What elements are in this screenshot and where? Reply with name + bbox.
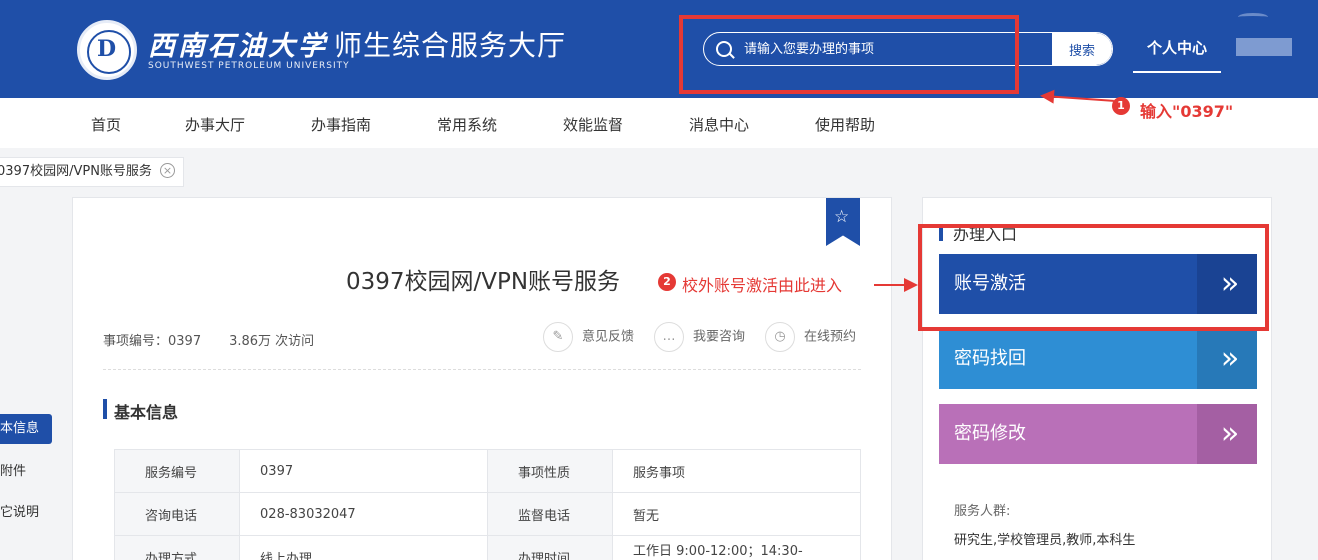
table-key: 办理时间 bbox=[486, 535, 614, 560]
favorite-button[interactable]: ☆ bbox=[826, 198, 860, 246]
section-title: 基本信息 bbox=[114, 403, 179, 422]
booking-label: 在线预约 bbox=[804, 329, 857, 345]
top-header: D 西南石油大学 师生综合服务大厅 SOUTHWEST PETROLEUM UNI… bbox=[0, 0, 1318, 98]
feedback-action[interactable]: ✎ 意见反馈 bbox=[543, 322, 634, 352]
annotation-highlight-activation bbox=[918, 224, 1269, 331]
annotation-highlight-search bbox=[679, 15, 1019, 94]
annotation-step-text: 输入"0397" bbox=[1140, 102, 1234, 121]
annotation-step-badge: 2 bbox=[658, 273, 676, 291]
double-chevron-right-icon: » bbox=[1197, 329, 1257, 389]
table-value: 028-83032047 bbox=[239, 492, 488, 536]
consult-action[interactable]: … 我要咨询 bbox=[654, 322, 745, 352]
decoration bbox=[1238, 13, 1268, 21]
table-value: 0397 bbox=[239, 449, 488, 493]
entry-label: 密码修改 bbox=[954, 423, 1026, 444]
visit-count: 3.86万 次访问 bbox=[229, 334, 315, 349]
brand-name-en: SOUTHWEST PETROLEUM UNIVERSITY bbox=[148, 61, 350, 71]
tab-label[interactable]: 0397校园网/VPN账号服务 bbox=[0, 158, 152, 186]
table-key: 办理方式 bbox=[113, 535, 241, 560]
user-name-blurred[interactable] bbox=[1236, 38, 1292, 56]
user-center-link[interactable]: 个人中心 bbox=[1133, 35, 1221, 73]
nav-item-service-hall[interactable]: 办事大厅 bbox=[185, 114, 245, 135]
star-icon: ☆ bbox=[834, 207, 850, 227]
university-logo[interactable]: D bbox=[77, 20, 137, 80]
table-row: 办理方式 线上办理 办理时间 工作日 9:00-12:00；14:30-18:0… bbox=[113, 535, 861, 560]
table-key: 事项性质 bbox=[486, 449, 614, 493]
close-icon[interactable]: × bbox=[159, 163, 175, 178]
open-tab[interactable]: 0397校园网/VPN账号服务 × bbox=[0, 157, 184, 187]
service-meta: 事项编号：0397 3.86万 次访问 bbox=[103, 330, 314, 349]
nav-item-supervision[interactable]: 效能监督 bbox=[563, 114, 623, 135]
divider bbox=[103, 369, 861, 370]
side-nav-basic-info[interactable]: 本信息 bbox=[0, 414, 52, 444]
chat-icon: … bbox=[654, 322, 684, 352]
basic-info-table: 服务编号 0397 事项性质 服务事项 咨询电话 028-83032047 监督… bbox=[113, 449, 861, 560]
table-value: 工作日 9:00-12:00；14:30-18:00 bbox=[612, 535, 861, 560]
feedback-label: 意见反馈 bbox=[582, 329, 635, 345]
table-value: 暂无 bbox=[612, 492, 861, 536]
table-row: 服务编号 0397 事项性质 服务事项 bbox=[113, 449, 861, 493]
item-number: 事项编号：0397 bbox=[103, 334, 202, 349]
section-marker bbox=[103, 399, 107, 419]
double-chevron-right-icon: » bbox=[1197, 404, 1257, 464]
password-recovery-button[interactable]: 密码找回 » bbox=[939, 329, 1257, 389]
clock-icon: ◷ bbox=[765, 322, 795, 352]
service-detail-card: ☆ 0397校园网/VPN账号服务 事项编号：0397 3.86万 次访问 ✎ 意见… bbox=[72, 197, 892, 560]
brand: 西南石油大学 师生综合服务大厅 SOUTHWEST PETROLEUM UNIVE… bbox=[148, 24, 567, 71]
table-key: 服务编号 bbox=[113, 449, 241, 493]
portal-title: 师生综合服务大厅 bbox=[334, 29, 567, 62]
booking-action[interactable]: ◷ 在线预约 bbox=[765, 322, 856, 352]
annotation-step-text: 校外账号激活由此进入 bbox=[682, 276, 843, 295]
brand-name-cn: 西南石油大学 bbox=[148, 31, 328, 62]
table-key: 监督电话 bbox=[486, 492, 614, 536]
audience-label: 服务人群: bbox=[954, 504, 1011, 519]
consult-label: 我要咨询 bbox=[693, 329, 746, 345]
nav-item-systems[interactable]: 常用系统 bbox=[437, 114, 497, 135]
nav-item-messages[interactable]: 消息中心 bbox=[689, 114, 749, 135]
annotation-step-badge: 1 bbox=[1112, 97, 1130, 115]
search-button[interactable]: 搜索 bbox=[1052, 33, 1112, 65]
annotation-arrow bbox=[874, 278, 918, 292]
nav-item-home[interactable]: 首页 bbox=[91, 114, 121, 135]
nav-item-guide[interactable]: 办事指南 bbox=[311, 114, 371, 135]
entry-label: 密码找回 bbox=[954, 348, 1026, 369]
table-row: 咨询电话 028-83032047 监督电话 暂无 bbox=[113, 492, 861, 536]
side-nav-attachments[interactable]: 附件 bbox=[0, 460, 26, 479]
password-change-button[interactable]: 密码修改 » bbox=[939, 404, 1257, 464]
audience-value: 研究生,学校管理员,教师,本科生 bbox=[954, 533, 1136, 548]
side-nav-other-notes[interactable]: 它说明 bbox=[0, 501, 39, 520]
table-value: 服务事项 bbox=[612, 449, 861, 493]
table-key: 咨询电话 bbox=[113, 492, 241, 536]
nav-item-help[interactable]: 使用帮助 bbox=[815, 114, 875, 135]
table-value: 线上办理 bbox=[239, 535, 488, 560]
pencil-icon: ✎ bbox=[543, 322, 573, 352]
